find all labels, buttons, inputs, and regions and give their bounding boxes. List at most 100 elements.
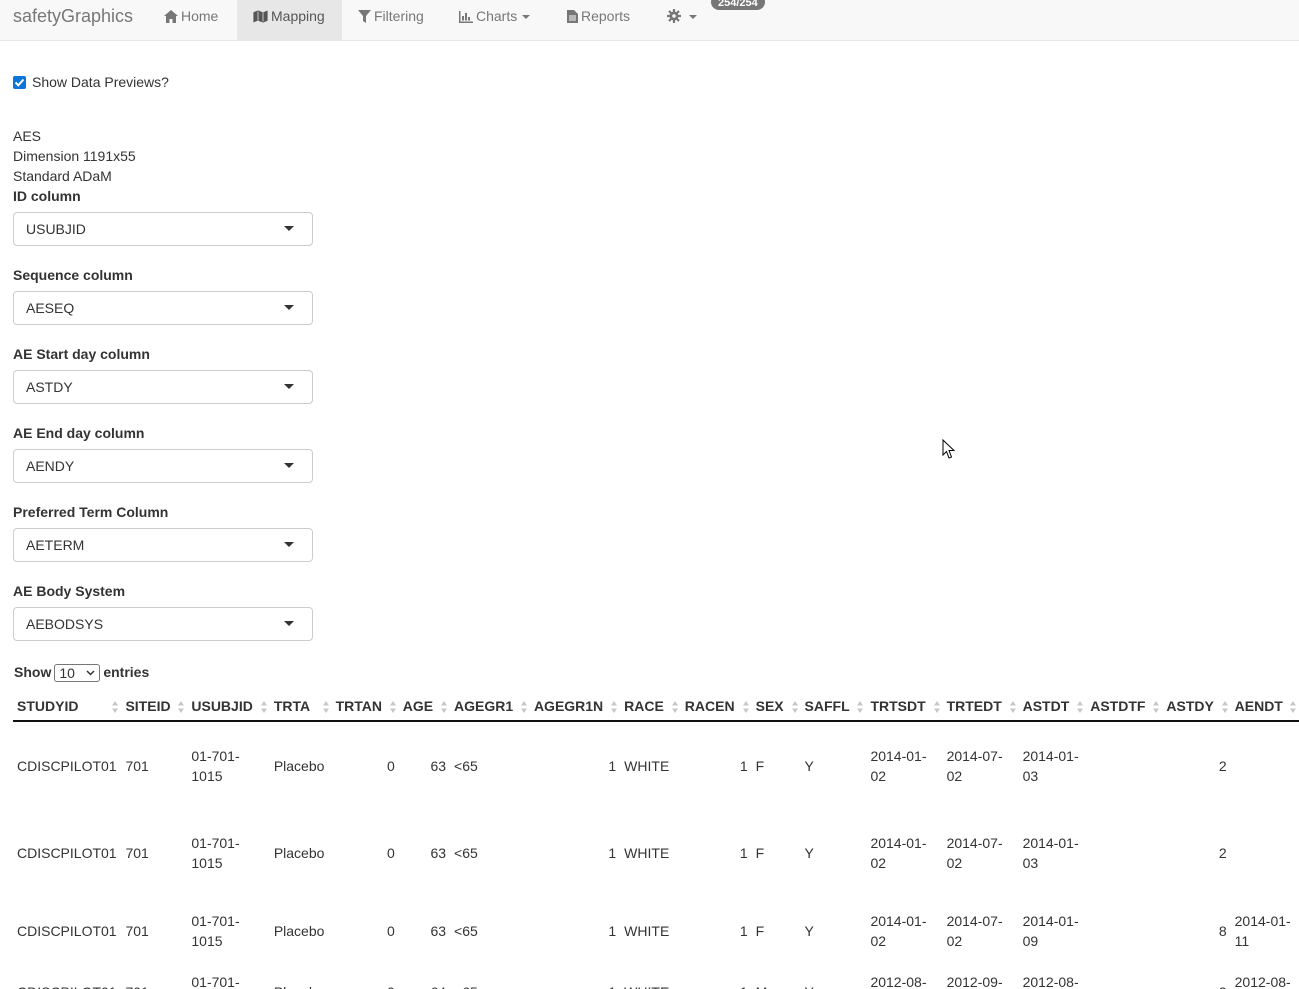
sort-icon [1221,701,1228,713]
table-cell: F [755,845,765,861]
column-header-label: USUBJID [191,697,253,714]
column-header[interactable]: ASTDT [1018,691,1087,722]
ae-end-day-label: AE End day column [13,425,145,441]
column-header-label: TRTEDT [946,697,1002,714]
table-cell: 701 [121,965,187,989]
table-cell: 2014-01-03 [1022,835,1079,871]
table-cell: 701 [125,845,149,861]
ae-body-system-select[interactable]: AEBODSYS [13,607,313,641]
table-cell: 1 [739,845,748,861]
table-cell: <65 [454,845,478,861]
table-cell: CDISCPILOT01 [17,845,117,861]
table-cell: 64 [399,965,450,989]
table-cell: WHITE [624,923,670,939]
table-cell: 1 [739,757,748,774]
table-cell [1086,721,1162,809]
table-row[interactable]: CDISCPILOT0170101-701-1023Placebo064<651… [13,965,1299,989]
table-cell: WHITE [624,757,670,774]
ae-end-day-select[interactable]: AENDY [13,449,313,483]
table-cell: 3 [1162,965,1230,989]
preferred-term-select[interactable]: AETERM [13,528,313,562]
nav-reports[interactable]: Reports [567,0,630,41]
table-cell: 1 [608,845,617,861]
column-header-label: SITEID [125,697,171,714]
table-cell: <65 [450,965,530,989]
ae-start-day-label: AE Start day column [13,346,150,362]
table-cell: 2014-01-02 [870,835,927,871]
column-header[interactable]: ASTDY [1162,691,1231,722]
table-header-row: STUDYID SITEID USUBJID TRTA TRTAN AGE AGEGR1 AG… [13,691,1299,722]
table-cell: 2014-01-02 [870,913,927,949]
sort-icon [441,701,448,713]
table-cell: 2014-01-03 [1022,747,1079,784]
table-cell [1086,965,1162,989]
table-cell: 2012-08-07 [1022,974,1079,989]
column-header[interactable]: AGEGR1N [529,691,621,722]
column-header[interactable]: RACE [620,691,681,722]
column-header-label: SEX [755,697,784,714]
column-header-label: TRTA [273,697,311,714]
table-row[interactable]: CDISCPILOT01 701 01-701-1015 Placebo 0 63 <65 1… [13,897,1299,965]
table-row[interactable]: CDISCPILOT01 701 01-701-1015 Placebo 0 63 <65 1… [13,721,1299,809]
column-header[interactable]: TRTEDT [942,691,1019,722]
column-header[interactable]: SITEID [121,691,188,722]
table-cell: F [755,757,765,774]
column-header-label: AGEGR1N [533,697,604,714]
table-cell: F [755,923,765,939]
column-header[interactable]: AGE [398,691,451,722]
column-header[interactable]: USUBJID [187,691,270,722]
sequence-column-select[interactable]: AESEQ [13,291,313,325]
sort-icon [322,701,329,713]
ae-body-system-label: AE Body System [13,583,126,599]
table-cell: 1 [608,757,617,774]
column-header[interactable]: SAFFL [800,691,867,722]
id-column-value: USUBJID [26,221,86,237]
app-brand[interactable]: safetyGraphics [13,6,133,27]
sort-icon [520,701,527,713]
entries-select-value: 10 [59,665,75,682]
sort-icon [791,701,798,713]
sort-icon [611,701,618,713]
table-cell: M [752,965,801,989]
column-header[interactable]: SEX [751,691,801,722]
table-length-menu: Show 10 entries [14,662,149,684]
sort-icon [1077,701,1084,713]
dropdown-arrow-icon [284,542,294,547]
chevron-down-icon [689,15,697,20]
id-column-select[interactable]: USUBJID [13,212,313,246]
show-previews-row[interactable]: Show Data Previews? [13,73,169,91]
column-header[interactable]: ASTDTF [1086,691,1163,722]
column-header-label: RACEN [684,697,735,714]
nav-charts-label: Charts [476,8,518,24]
nav-settings[interactable] [667,0,697,41]
table-cell: CDISCPILOT01 [17,923,117,939]
nav-charts[interactable]: Charts [459,0,531,41]
column-header[interactable]: TRTA [269,691,332,722]
column-header[interactable]: TRTSDT [866,691,943,722]
nav-mapping-label: Mapping [271,8,325,24]
column-header-label: RACE [624,697,664,714]
show-previews-checkbox[interactable] [13,76,26,89]
table-cell: 2014-07-02 [946,747,1003,784]
column-header[interactable]: TRTAN [331,691,399,722]
column-header[interactable]: RACEN [680,691,752,722]
table-cell: 701 [125,757,149,774]
column-header[interactable]: AENDT [1230,691,1299,722]
table-cell: Y [804,923,814,939]
table-cell: Y [801,965,867,989]
nav-mapping[interactable]: Mapping [237,0,342,41]
sort-icon [389,701,396,713]
nav-home[interactable]: Home [151,0,231,41]
entries-select[interactable]: 10 [54,664,101,683]
column-header[interactable]: AGEGR1 [450,691,530,722]
column-header-label: AGEGR1 [454,697,514,714]
home-icon [164,10,178,23]
table-cell: 1 [681,965,752,989]
column-header[interactable]: STUDYID [13,691,122,722]
table-cell: Placebo [273,845,325,861]
ae-start-day-select[interactable]: ASTDY [13,370,313,404]
sort-icon [1290,701,1296,713]
data-preview-table: STUDYID SITEID USUBJID TRTA TRTAN AGE AGEGR1 AG… [13,691,1299,989]
table-row[interactable]: CDISCPILOT01 701 01-701-1015 Placebo 0 63 <65 1… [13,809,1299,897]
nav-filtering[interactable]: Filtering [358,0,424,41]
